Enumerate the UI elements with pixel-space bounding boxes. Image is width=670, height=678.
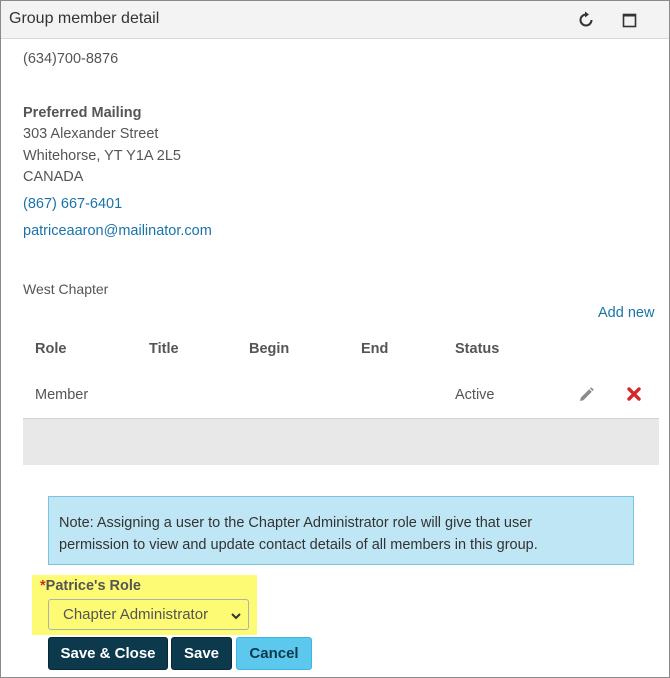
table-row: Member Active [23,371,659,419]
role-select-value: Chapter Administrator [63,606,209,623]
column-header-begin: Begin [249,341,290,357]
refresh-icon[interactable] [575,9,597,31]
group-member-detail-window: Group member detail (634)700-8876 Prefer… [0,0,670,678]
phone-link[interactable]: (867) 667-6401 [23,196,122,212]
note-line-1: Note: Assigning a user to the Chapter Ad… [59,515,533,531]
role-field-highlight: *Patrice's Role Chapter Administrator [32,575,257,635]
column-header-title: Title [149,341,179,357]
address-heading: Preferred Mailing [23,105,142,121]
row-status: Active [455,387,495,403]
chevron-down-icon [230,609,242,626]
email-link[interactable]: patriceaaron@mailinator.com [23,223,212,239]
save-close-button[interactable]: Save & Close [48,637,168,670]
group-name: West Chapter [23,281,109,297]
pencil-icon[interactable] [577,386,595,409]
maximize-icon[interactable] [619,9,641,31]
address-line-1: 303 Alexander Street [23,126,159,142]
address-country: CANADA [23,169,84,185]
delete-x-icon[interactable] [626,386,642,407]
role-select[interactable]: Chapter Administrator [48,599,249,630]
table-empty-row [23,419,659,465]
phone-number: (634)700-8876 [23,51,119,67]
address-line-2: Whitehorse, YT Y1A 2L5 [23,148,181,164]
window-title: Group member detail [9,10,160,27]
note-line-2: permission to view and update contact de… [59,537,538,553]
role-table: Role Title Begin End Status Member Activ… [23,327,659,467]
row-role: Member [35,387,89,403]
column-header-status: Status [455,341,500,357]
cancel-button[interactable]: Cancel [236,637,312,670]
title-bar: Group member detail [1,1,669,39]
column-header-end: End [361,341,389,357]
role-note: Note: Assigning a user to the Chapter Ad… [48,496,634,565]
role-label-text: Patrice's Role [45,578,141,594]
save-button[interactable]: Save [171,637,232,670]
column-header-role: Role [35,341,67,357]
role-field-label: *Patrice's Role [40,578,141,594]
add-new-link[interactable]: Add new [598,305,654,321]
